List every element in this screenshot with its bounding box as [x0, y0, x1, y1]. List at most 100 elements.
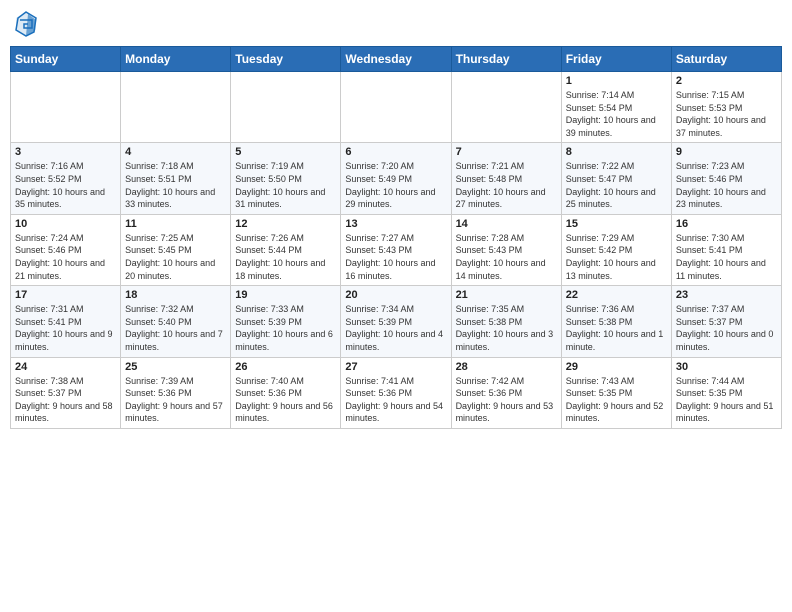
calendar-cell: 19Sunrise: 7:33 AMSunset: 5:39 PMDayligh…: [231, 286, 341, 357]
day-info: Sunrise: 7:29 AMSunset: 5:42 PMDaylight:…: [566, 232, 667, 282]
day-number: 21: [456, 289, 557, 301]
calendar-cell: 17 Sunrise: 7:31 AMSunset: 5:41 PMDayligh…: [11, 286, 121, 357]
calendar-cell: 22Sunrise: 7:36 AMSunset: 5:38 PMDayligh…: [561, 286, 671, 357]
calendar-cell: [11, 72, 121, 143]
day-number: 29: [566, 361, 667, 373]
day-info: Sunrise: 7:31 AMSunset: 5:41 PMDaylight:…: [15, 303, 116, 353]
day-info: Sunrise: 7:25 AMSunset: 5:45 PMDaylight:…: [125, 232, 226, 282]
day-info: Sunrise: 7:14 AMSunset: 5:54 PMDaylight:…: [566, 89, 667, 139]
weekday-header: Thursday: [451, 47, 561, 72]
day-info: Sunrise: 7:40 AMSunset: 5:36 PMDaylight:…: [235, 375, 336, 425]
calendar-cell: 5Sunrise: 7:19 AMSunset: 5:50 PMDaylight…: [231, 143, 341, 214]
calendar-cell: 23 Sunrise: 7:37 AMSunset: 5:37 PMDayligh…: [671, 286, 781, 357]
calendar-cell: 4 Sunrise: 7:18 AMSunset: 5:51 PMDaylight…: [121, 143, 231, 214]
calendar-cell: 10 Sunrise: 7:24 AMSunset: 5:46 PMDayligh…: [11, 214, 121, 285]
weekday-header: Friday: [561, 47, 671, 72]
calendar-cell: 25 Sunrise: 7:39 AMSunset: 5:36 PMDayligh…: [121, 357, 231, 428]
calendar-cell: 30 Sunrise: 7:44 AMSunset: 5:35 PMDayligh…: [671, 357, 781, 428]
calendar-cell: 15Sunrise: 7:29 AMSunset: 5:42 PMDayligh…: [561, 214, 671, 285]
day-number: 9: [676, 146, 777, 158]
calendar-week-row: 24 Sunrise: 7:38 AMSunset: 5:37 PMDayligh…: [11, 357, 782, 428]
day-info: Sunrise: 7:24 AMSunset: 5:46 PMDaylight:…: [15, 232, 116, 282]
day-number: 16: [676, 218, 777, 230]
weekday-header: Wednesday: [341, 47, 451, 72]
day-number: 26: [235, 361, 336, 373]
logo: [14, 10, 40, 38]
day-info: Sunrise: 7:19 AMSunset: 5:50 PMDaylight:…: [235, 160, 336, 210]
day-info: Sunrise: 7:20 AMSunset: 5:49 PMDaylight:…: [345, 160, 446, 210]
day-info: Sunrise: 7:35 AMSunset: 5:38 PMDaylight:…: [456, 303, 557, 353]
calendar-cell: 12 Sunrise: 7:26 AMSunset: 5:44 PMDayligh…: [231, 214, 341, 285]
day-number: 17: [15, 289, 116, 301]
calendar-cell: 9 Sunrise: 7:23 AMSunset: 5:46 PMDaylight…: [671, 143, 781, 214]
calendar-cell: 27 Sunrise: 7:41 AMSunset: 5:36 PMDayligh…: [341, 357, 451, 428]
day-info: Sunrise: 7:41 AMSunset: 5:36 PMDaylight:…: [345, 375, 446, 425]
weekday-header-row: SundayMondayTuesdayWednesdayThursdayFrid…: [11, 47, 782, 72]
calendar: SundayMondayTuesdayWednesdayThursdayFrid…: [10, 46, 782, 429]
calendar-cell: 13Sunrise: 7:27 AMSunset: 5:43 PMDayligh…: [341, 214, 451, 285]
day-number: 25: [125, 361, 226, 373]
day-number: 10: [15, 218, 116, 230]
day-info: Sunrise: 7:27 AMSunset: 5:43 PMDaylight:…: [345, 232, 446, 282]
calendar-cell: [341, 72, 451, 143]
day-info: Sunrise: 7:44 AMSunset: 5:35 PMDaylight:…: [676, 375, 777, 425]
calendar-week-row: 3Sunrise: 7:16 AMSunset: 5:52 PMDaylight…: [11, 143, 782, 214]
day-number: 14: [456, 218, 557, 230]
page-header: [10, 10, 782, 38]
calendar-cell: 7 Sunrise: 7:21 AMSunset: 5:48 PMDaylight…: [451, 143, 561, 214]
calendar-week-row: 17 Sunrise: 7:31 AMSunset: 5:41 PMDayligh…: [11, 286, 782, 357]
day-number: 24: [15, 361, 116, 373]
calendar-cell: 24 Sunrise: 7:38 AMSunset: 5:37 PMDayligh…: [11, 357, 121, 428]
day-info: Sunrise: 7:21 AMSunset: 5:48 PMDaylight:…: [456, 160, 557, 210]
day-info: Sunrise: 7:36 AMSunset: 5:38 PMDaylight:…: [566, 303, 667, 353]
calendar-cell: 16 Sunrise: 7:30 AMSunset: 5:41 PMDayligh…: [671, 214, 781, 285]
day-info: Sunrise: 7:32 AMSunset: 5:40 PMDaylight:…: [125, 303, 226, 353]
day-number: 23: [676, 289, 777, 301]
day-number: 30: [676, 361, 777, 373]
day-info: Sunrise: 7:26 AMSunset: 5:44 PMDaylight:…: [235, 232, 336, 282]
weekday-header: Saturday: [671, 47, 781, 72]
calendar-cell: [121, 72, 231, 143]
weekday-header: Tuesday: [231, 47, 341, 72]
day-number: 8: [566, 146, 667, 158]
day-number: 4: [125, 146, 226, 158]
day-info: Sunrise: 7:39 AMSunset: 5:36 PMDaylight:…: [125, 375, 226, 425]
day-info: Sunrise: 7:34 AMSunset: 5:39 PMDaylight:…: [345, 303, 446, 353]
day-info: Sunrise: 7:23 AMSunset: 5:46 PMDaylight:…: [676, 160, 777, 210]
weekday-header: Sunday: [11, 47, 121, 72]
day-info: Sunrise: 7:42 AMSunset: 5:36 PMDaylight:…: [456, 375, 557, 425]
day-number: 6: [345, 146, 446, 158]
calendar-cell: 29 Sunrise: 7:43 AMSunset: 5:35 PMDayligh…: [561, 357, 671, 428]
calendar-cell: 6 Sunrise: 7:20 AMSunset: 5:49 PMDaylight…: [341, 143, 451, 214]
day-info: Sunrise: 7:18 AMSunset: 5:51 PMDaylight:…: [125, 160, 226, 210]
calendar-cell: 21 Sunrise: 7:35 AMSunset: 5:38 PMDayligh…: [451, 286, 561, 357]
day-number: 12: [235, 218, 336, 230]
calendar-cell: 20Sunrise: 7:34 AMSunset: 5:39 PMDayligh…: [341, 286, 451, 357]
day-number: 1: [566, 75, 667, 87]
day-info: Sunrise: 7:22 AMSunset: 5:47 PMDaylight:…: [566, 160, 667, 210]
calendar-cell: [231, 72, 341, 143]
day-info: Sunrise: 7:33 AMSunset: 5:39 PMDaylight:…: [235, 303, 336, 353]
day-number: 18: [125, 289, 226, 301]
calendar-cell: 28Sunrise: 7:42 AMSunset: 5:36 PMDayligh…: [451, 357, 561, 428]
calendar-cell: 1 Sunrise: 7:14 AMSunset: 5:54 PMDaylight…: [561, 72, 671, 143]
weekday-header: Monday: [121, 47, 231, 72]
day-info: Sunrise: 7:38 AMSunset: 5:37 PMDaylight:…: [15, 375, 116, 425]
day-number: 27: [345, 361, 446, 373]
day-number: 11: [125, 218, 226, 230]
day-info: Sunrise: 7:30 AMSunset: 5:41 PMDaylight:…: [676, 232, 777, 282]
calendar-cell: 2Sunrise: 7:15 AMSunset: 5:53 PMDaylight…: [671, 72, 781, 143]
day-info: Sunrise: 7:43 AMSunset: 5:35 PMDaylight:…: [566, 375, 667, 425]
calendar-cell: 8 Sunrise: 7:22 AMSunset: 5:47 PMDaylight…: [561, 143, 671, 214]
calendar-week-row: 1 Sunrise: 7:14 AMSunset: 5:54 PMDaylight…: [11, 72, 782, 143]
day-info: Sunrise: 7:15 AMSunset: 5:53 PMDaylight:…: [676, 89, 777, 139]
calendar-cell: [451, 72, 561, 143]
calendar-cell: 26 Sunrise: 7:40 AMSunset: 5:36 PMDayligh…: [231, 357, 341, 428]
day-number: 7: [456, 146, 557, 158]
day-info: Sunrise: 7:16 AMSunset: 5:52 PMDaylight:…: [15, 160, 116, 210]
calendar-week-row: 10 Sunrise: 7:24 AMSunset: 5:46 PMDayligh…: [11, 214, 782, 285]
calendar-cell: 3Sunrise: 7:16 AMSunset: 5:52 PMDaylight…: [11, 143, 121, 214]
calendar-cell: 18 Sunrise: 7:32 AMSunset: 5:40 PMDayligh…: [121, 286, 231, 357]
calendar-cell: 14Sunrise: 7:28 AMSunset: 5:43 PMDayligh…: [451, 214, 561, 285]
day-info: Sunrise: 7:37 AMSunset: 5:37 PMDaylight:…: [676, 303, 777, 353]
